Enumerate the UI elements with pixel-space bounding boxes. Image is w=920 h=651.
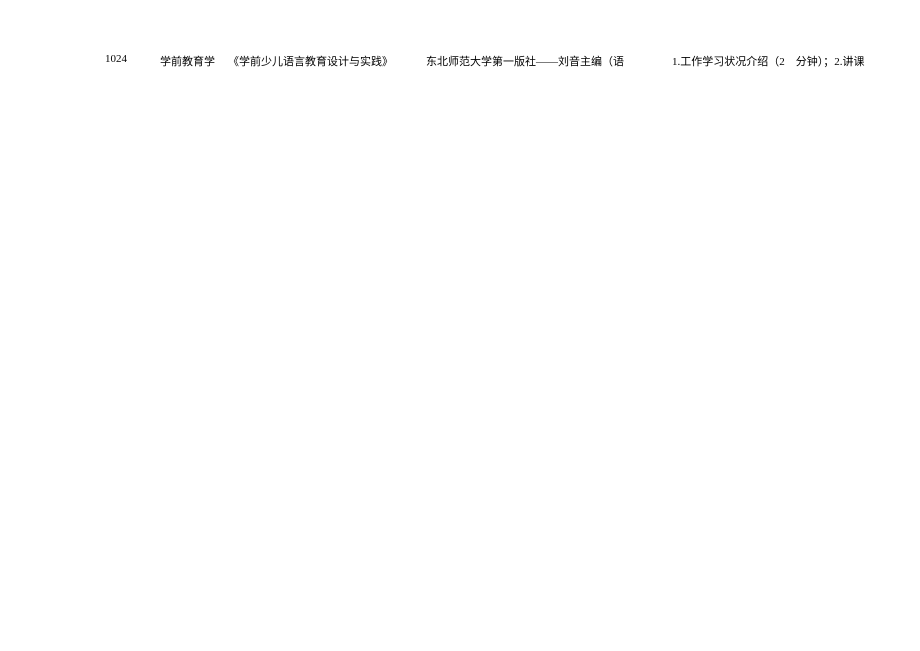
cell-title: 《学前少儿语言教育设计与实践》 (228, 53, 393, 69)
cell-id: 1024 (105, 53, 127, 65)
cell-publisher: 东北师范大学第一版社——刘音主编（语 (426, 53, 624, 69)
cell-description: 1.工作学习状况介绍（2 分钟）；2.讲课 (672, 53, 865, 69)
cell-major: 学前教育学 (160, 53, 215, 69)
